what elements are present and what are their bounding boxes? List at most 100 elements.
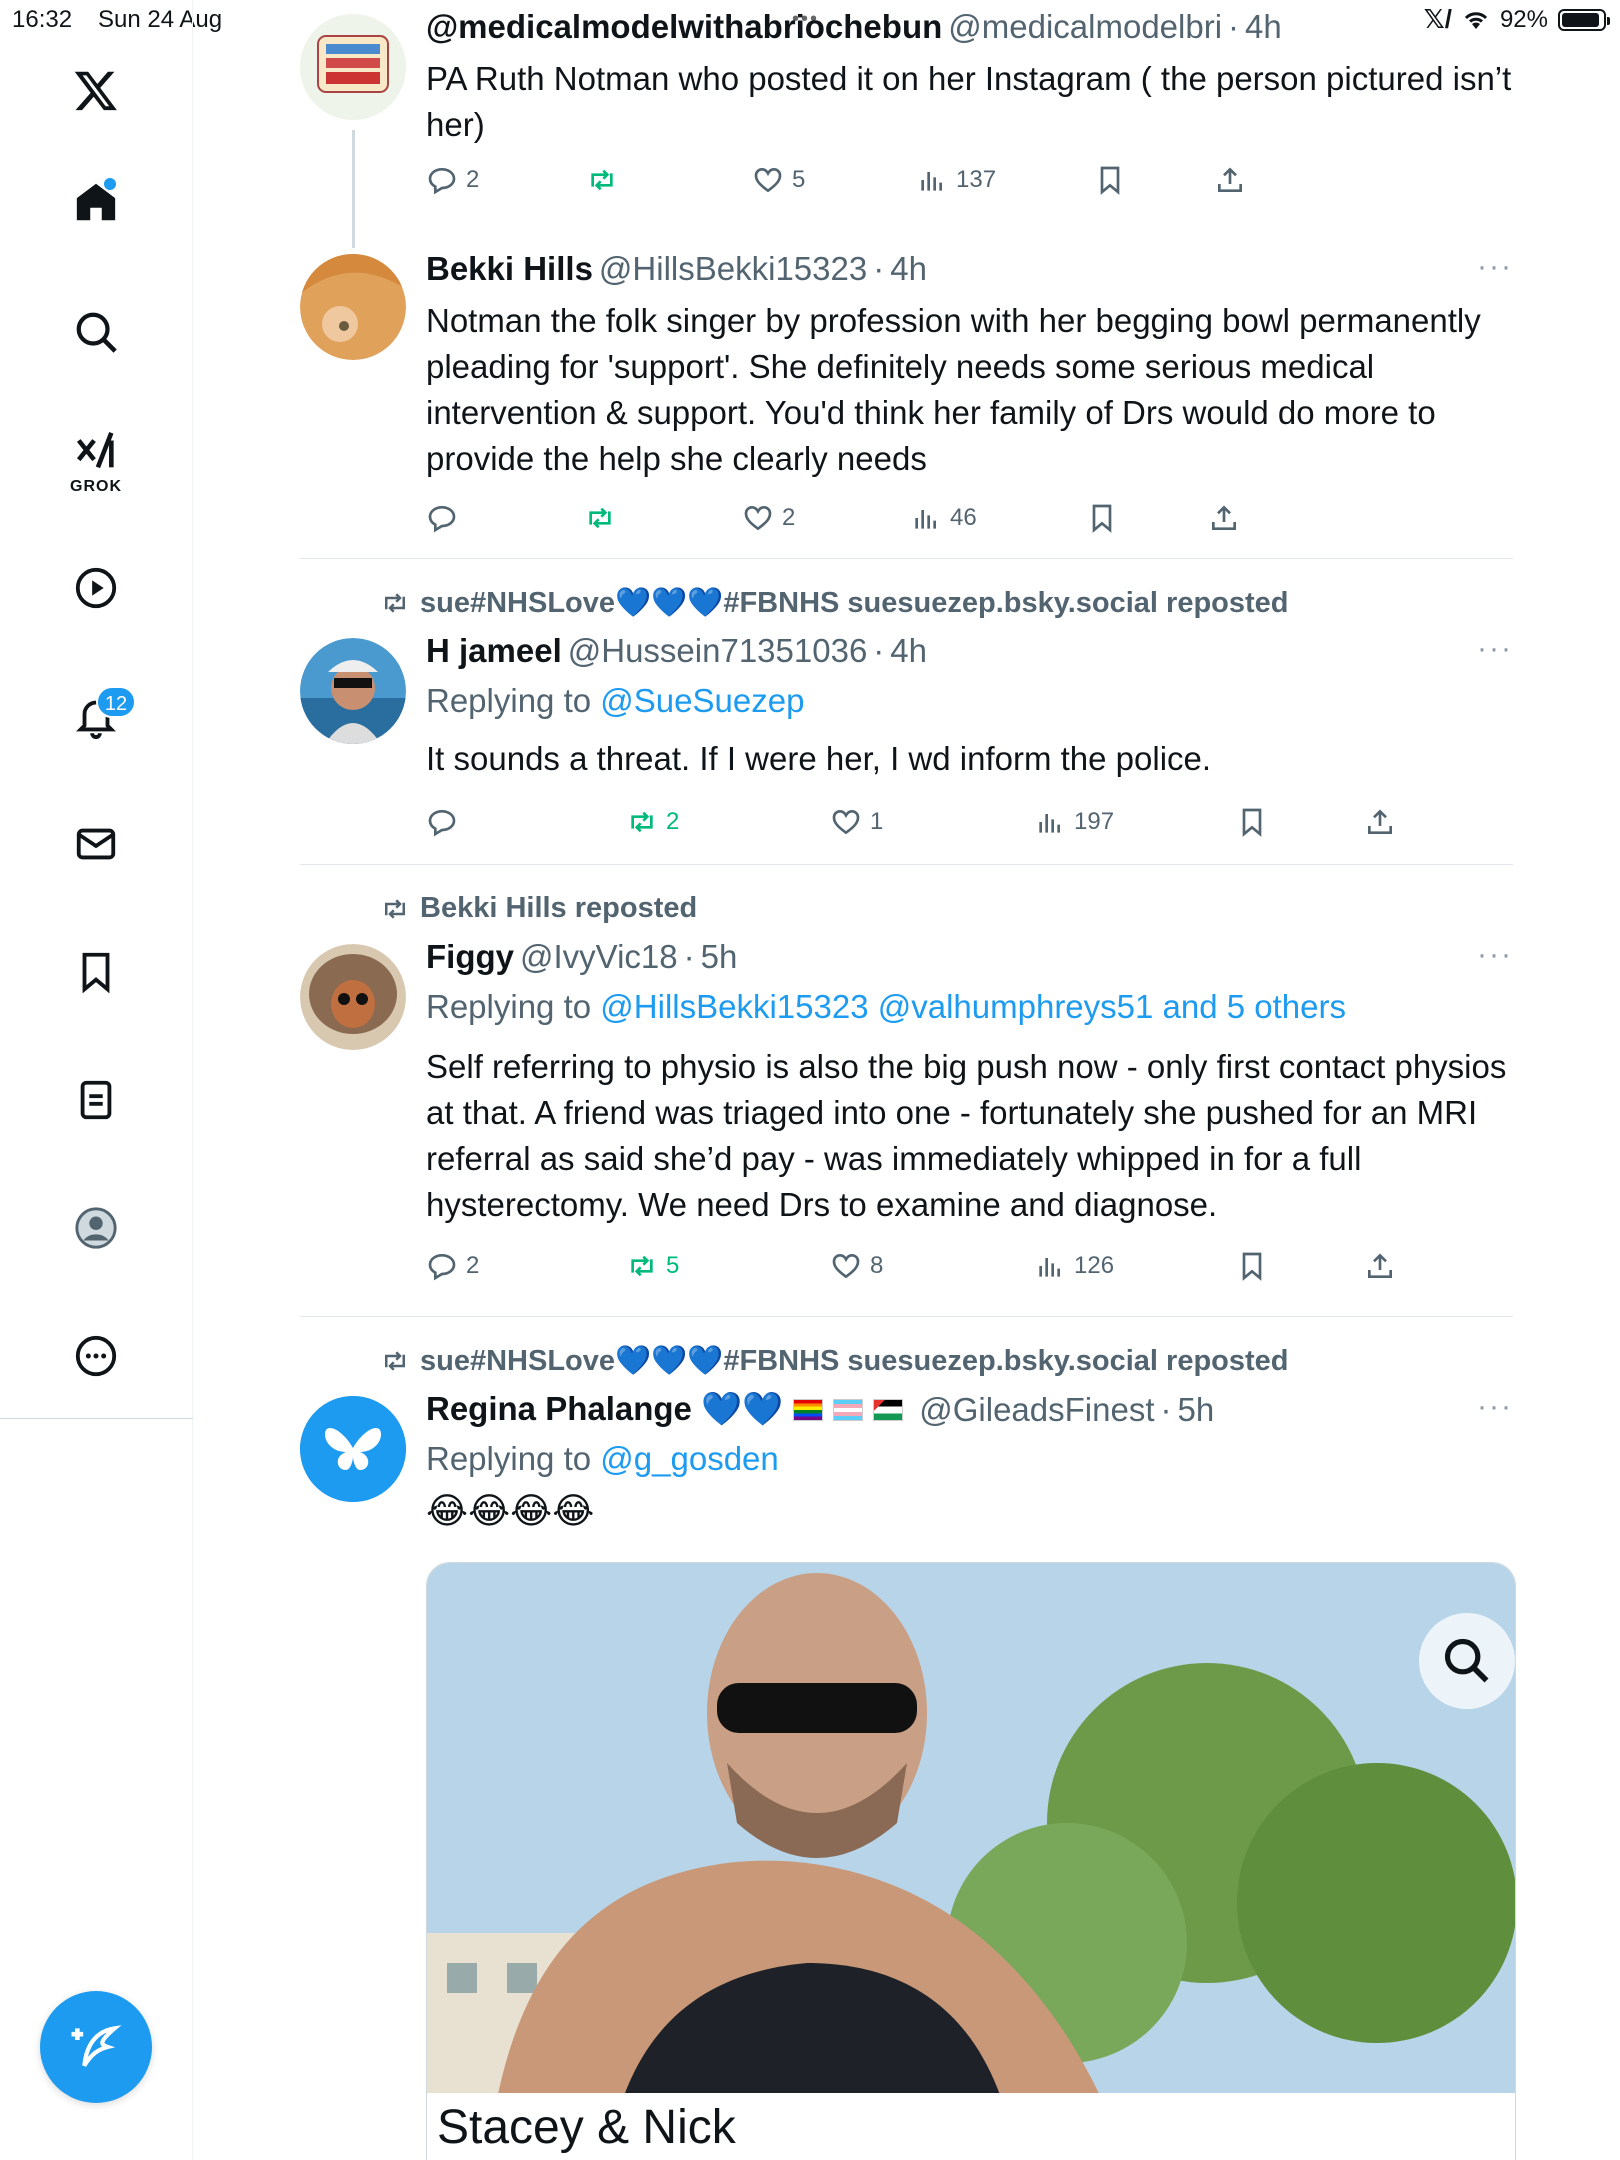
- repost-context-text[interactable]: sue#NHSLove💙💙💙#FBNHS suesuezep.bsky.soci…: [420, 1344, 1289, 1378]
- tweet-time[interactable]: 5h: [701, 938, 738, 976]
- like-button[interactable]: 2: [742, 502, 795, 534]
- tweet-header: H jameel @Hussein71351036 · 4h: [426, 632, 928, 670]
- avatar[interactable]: [300, 638, 406, 744]
- tweet-time[interactable]: 4h: [890, 250, 927, 288]
- like-count: 1: [870, 808, 884, 835]
- tweet-media[interactable]: Stacey & Nick: [426, 1562, 1516, 2160]
- reply-button[interactable]: 2: [426, 1250, 479, 1282]
- tweet-divider: [300, 1316, 1513, 1317]
- more-options-icon[interactable]: ···: [1477, 250, 1513, 284]
- author-name[interactable]: H jameel: [426, 632, 562, 670]
- share-button[interactable]: [1208, 502, 1240, 534]
- like-count: 5: [792, 166, 806, 193]
- more-options-icon[interactable]: ···: [1477, 938, 1513, 972]
- reply-icon: [428, 809, 456, 837]
- repost-icon: [589, 507, 611, 529]
- notifications-icon[interactable]: 12: [56, 676, 136, 756]
- author-handle[interactable]: @medicalmodelbri: [948, 8, 1222, 46]
- bookmarks-icon[interactable]: [56, 932, 136, 1012]
- avatar[interactable]: [300, 254, 406, 360]
- bookmark-button[interactable]: [1236, 1250, 1268, 1282]
- more-icon[interactable]: [56, 1316, 136, 1396]
- author-handle[interactable]: @HillsBekki15323: [599, 250, 867, 288]
- author-handle[interactable]: @IvyVic18: [520, 938, 678, 976]
- reply-icon: [428, 1253, 456, 1281]
- author-name[interactable]: Regina Phalange 💙💙: [426, 1390, 783, 1429]
- heart-icon: [744, 505, 772, 531]
- share-icon: [1368, 1253, 1392, 1278]
- avatar[interactable]: [300, 944, 406, 1050]
- zoom-button[interactable]: [1419, 1613, 1515, 1709]
- home-icon[interactable]: [56, 162, 136, 242]
- repost-button[interactable]: [584, 502, 616, 534]
- reply-button[interactable]: 2: [426, 164, 479, 196]
- more-options-icon[interactable]: ···: [1477, 1390, 1513, 1424]
- bookmark-button[interactable]: [1236, 806, 1268, 838]
- bookmark-button[interactable]: [1086, 502, 1118, 534]
- like-button[interactable]: 5: [752, 164, 805, 196]
- tweet-time[interactable]: 4h: [890, 632, 927, 670]
- repost-context-text[interactable]: Bekki Hills reposted: [420, 892, 697, 925]
- author-handle[interactable]: @GileadsFinest: [919, 1391, 1154, 1429]
- repost-button[interactable]: 5: [626, 1250, 679, 1282]
- replying-to-link[interactable]: @HillsBekki15323 @valhumphreys51 and 5 o…: [600, 988, 1346, 1025]
- replying-to: Replying to @HillsBekki15323 @valhumphre…: [426, 988, 1346, 1026]
- replying-to-label: Replying to: [426, 682, 592, 719]
- search-icon: [1444, 1638, 1489, 1683]
- avatar[interactable]: [300, 1396, 406, 1502]
- views-icon: [915, 510, 936, 529]
- repost-count: 2: [666, 808, 680, 835]
- views-button[interactable]: 46: [910, 502, 977, 534]
- reply-icon: [428, 505, 456, 533]
- bookmark-button[interactable]: [1094, 164, 1126, 196]
- repost-icon: [385, 1351, 405, 1371]
- repost-context: sue#NHSLove💙💙💙#FBNHS suesuezep.bsky.soci…: [380, 586, 1289, 620]
- replying-to-label: Replying to: [426, 988, 592, 1025]
- battery-percent: 92%: [1499, 5, 1548, 33]
- views-button[interactable]: 137: [916, 164, 996, 196]
- author-name[interactable]: Figgy: [426, 938, 514, 976]
- compose-button[interactable]: [40, 1991, 152, 2103]
- more-options-icon[interactable]: ···: [1477, 632, 1513, 666]
- like-button[interactable]: 1: [830, 806, 883, 838]
- repost-icon: [385, 898, 405, 919]
- repost-context-text[interactable]: sue#NHSLove💙💙💙#FBNHS suesuezep.bsky.soci…: [420, 586, 1289, 620]
- x-logo-icon[interactable]: [56, 50, 136, 130]
- replying-to-link[interactable]: @SueSuezep: [600, 682, 804, 719]
- views-button[interactable]: 197: [1034, 806, 1114, 838]
- thread-line: [352, 130, 355, 248]
- grok-status-icon: 𝕏/: [1423, 4, 1452, 34]
- grok-label: GROK: [70, 478, 122, 495]
- repost-button[interactable]: [586, 164, 618, 196]
- reply-button[interactable]: [426, 806, 458, 838]
- repost-button[interactable]: 2: [626, 806, 679, 838]
- home-unread-dot: [104, 178, 116, 190]
- battery-icon: [1558, 8, 1610, 31]
- reply-count: 2: [466, 1252, 480, 1279]
- tweet-time[interactable]: 5h: [1178, 1391, 1215, 1429]
- tweet-header: Regina Phalange 💙💙 @GileadsFinest · 5h: [426, 1390, 1215, 1429]
- views-count: 197: [1074, 808, 1115, 835]
- lists-icon[interactable]: [56, 1060, 136, 1140]
- profile-icon[interactable]: [56, 1188, 136, 1268]
- search-icon[interactable]: [56, 292, 136, 372]
- reply-button[interactable]: [426, 502, 458, 534]
- share-button[interactable]: [1364, 806, 1396, 838]
- avatar[interactable]: [300, 14, 406, 120]
- share-button[interactable]: [1364, 1250, 1396, 1282]
- repost-context: Bekki Hills reposted: [380, 892, 697, 925]
- tweet-header: Bekki Hills @HillsBekki15323 · 4h: [426, 250, 927, 288]
- video-icon[interactable]: [56, 548, 136, 628]
- messages-icon[interactable]: [56, 804, 136, 884]
- palestine-flag-icon: [873, 1398, 904, 1421]
- like-button[interactable]: 8: [830, 1250, 883, 1282]
- views-button[interactable]: 126: [1034, 1250, 1114, 1282]
- tweet-text: PA Ruth Notman who posted it on her Inst…: [426, 60, 1512, 143]
- tweet-time[interactable]: 4h: [1245, 8, 1282, 46]
- author-name[interactable]: @medicalmodelwithabriochebun: [426, 8, 942, 46]
- author-name[interactable]: Bekki Hills: [426, 250, 593, 288]
- replying-to-link[interactable]: @g_gosden: [600, 1440, 778, 1477]
- share-button[interactable]: [1214, 164, 1246, 196]
- heart-icon: [832, 809, 860, 835]
- author-handle[interactable]: @Hussein71351036: [568, 632, 868, 670]
